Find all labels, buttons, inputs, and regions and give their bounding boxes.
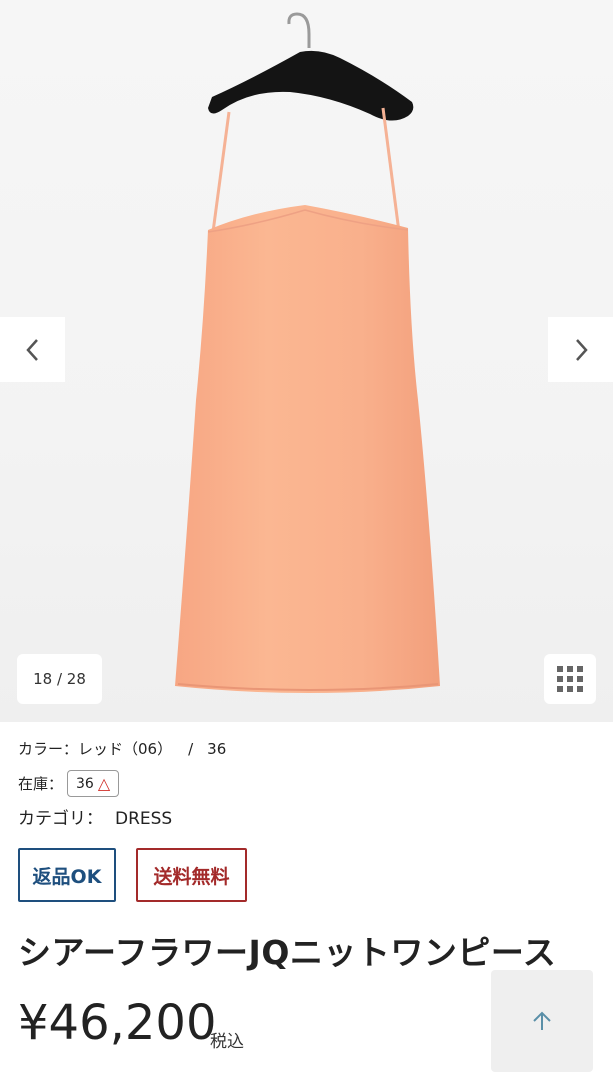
low-stock-triangle-icon: △ xyxy=(97,774,111,793)
category-label: カテゴリ： xyxy=(18,809,103,829)
stock-size: 36 xyxy=(76,775,94,792)
grid-icon xyxy=(557,666,583,692)
scroll-to-top-button[interactable] xyxy=(491,970,593,1072)
category-value: DRESS xyxy=(115,809,173,829)
product-image-gallery[interactable]: 18 / 28 xyxy=(0,0,613,722)
free-shipping-badge: 送料無料 xyxy=(136,848,247,902)
tax-included-label: 税込 xyxy=(210,1032,244,1052)
image-counter: 18 / 28 xyxy=(17,654,102,704)
product-title: シアーフラワーJQニットワンピース xyxy=(18,933,557,972)
size-value: 36 xyxy=(207,740,227,758)
stock-label: 在庫： xyxy=(18,775,64,793)
separator: / xyxy=(188,740,194,758)
chevron-right-icon xyxy=(575,338,588,361)
category-row: カテゴリ： DRESS xyxy=(18,804,172,829)
grid-view-button[interactable] xyxy=(544,654,596,704)
color-label: カラー：レッド（06） xyxy=(18,740,173,758)
arrow-up-icon xyxy=(533,1011,551,1030)
product-price: ¥46,200 xyxy=(18,995,217,1051)
stock-row: 在庫： 36 △ xyxy=(18,770,120,797)
previous-image-button[interactable] xyxy=(0,317,65,382)
color-row: カラー：レッド（06） / 36 xyxy=(18,738,226,759)
next-image-button[interactable] xyxy=(548,317,613,382)
chevron-left-icon xyxy=(25,338,38,361)
returns-ok-badge: 返品OK xyxy=(18,848,116,902)
stock-size-button[interactable]: 36 △ xyxy=(67,770,120,797)
product-image xyxy=(175,12,440,693)
